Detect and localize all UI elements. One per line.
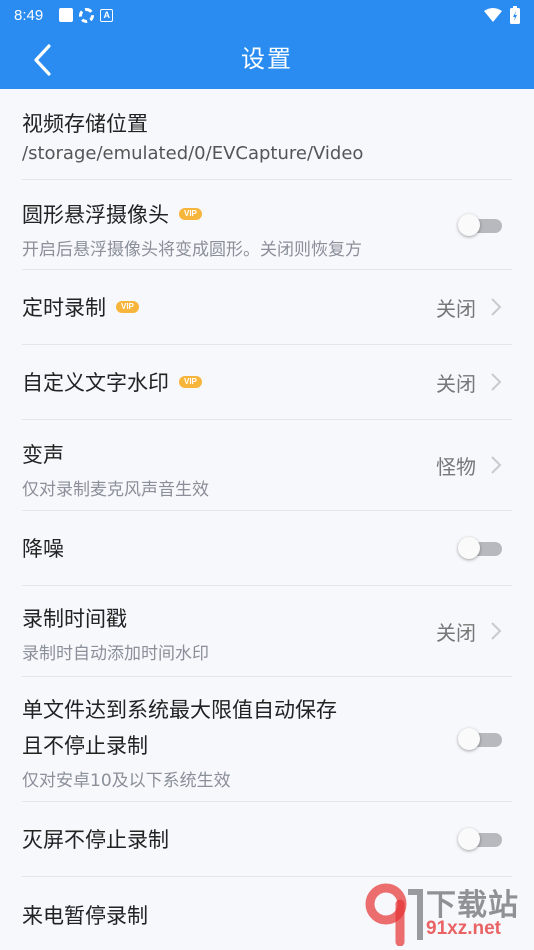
page-title: 设置: [241, 45, 293, 73]
noise-reduction-toggle[interactable]: [458, 537, 502, 559]
setting-storage-location[interactable]: 视频存储位置 /storage/emulated/0/EVCapture/Vid…: [22, 89, 512, 180]
setting-description: 开启后悬浮摄像头将变成圆形。关闭则恢复方: [22, 240, 362, 260]
setting-value: 关闭: [436, 296, 476, 321]
app-bar: 设置: [0, 30, 534, 89]
wifi-icon: [484, 8, 502, 22]
setting-title-line1: 单文件达到系统最大限值自动保存: [22, 698, 337, 722]
setting-voice-change[interactable]: 变声 仅对录制麦克风声音生效 怪物: [22, 420, 512, 511]
setting-custom-text-watermark[interactable]: 自定义文字水印 VIP 关闭: [22, 345, 512, 420]
setting-title-row: 自定义文字水印 VIP: [22, 367, 202, 397]
setting-noise-reduction: 降噪: [22, 511, 512, 586]
setting-round-floating-camera: 圆形悬浮摄像头 VIP 开启后悬浮摄像头将变成圆形。关闭则恢复方: [22, 180, 512, 270]
setting-title-row: 定时录制 VIP: [22, 292, 139, 322]
notification-square-icon: [59, 8, 74, 22]
chevron-right-icon: [491, 373, 502, 391]
vip-badge: VIP: [179, 376, 202, 388]
setting-value: 关闭: [436, 620, 476, 645]
chevron-right-icon: [491, 456, 502, 474]
auto-save-toggle[interactable]: [458, 728, 502, 750]
setting-value: 关闭: [436, 371, 476, 396]
watermark-logo-icon: [365, 883, 423, 946]
setting-screen-off-recording: 灭屏不停止录制: [22, 802, 512, 877]
notification-settings-icon: [79, 7, 95, 23]
vip-badge: VIP: [116, 301, 139, 313]
setting-recording-timestamp[interactable]: 录制时间戳 录制时自动添加时间水印 关闭: [22, 586, 512, 677]
setting-title: 定时录制: [22, 296, 106, 320]
floating-camera-toggle[interactable]: [458, 213, 502, 236]
vip-badge: VIP: [179, 208, 202, 220]
status-time: 8:49: [14, 6, 44, 24]
chevron-right-icon: [491, 298, 502, 316]
setting-title: 自定义文字水印: [22, 371, 169, 395]
setting-timed-recording[interactable]: 定时录制 VIP 关闭: [22, 270, 512, 345]
setting-title: 灭屏不停止录制: [22, 828, 169, 852]
setting-description: 仅对安卓10及以下系统生效: [22, 771, 231, 791]
screen-off-toggle[interactable]: [458, 828, 502, 850]
notification-a-icon: A: [100, 8, 114, 22]
battery-icon: [510, 6, 520, 24]
setting-auto-save-max-size: 单文件达到系统最大限值自动保存 且不停止录制 仅对安卓10及以下系统生效: [22, 677, 512, 802]
setting-title-row: 圆形悬浮摄像头 VIP: [22, 199, 512, 229]
status-bar: 8:49 A: [0, 0, 534, 30]
setting-title: 视频存储位置: [22, 112, 148, 136]
setting-title: 降噪: [22, 537, 64, 561]
setting-title: 来电暂停录制: [22, 903, 148, 928]
setting-title: 圆形悬浮摄像头: [22, 203, 169, 227]
storage-path: /storage/emulated/0/EVCapture/Video: [22, 143, 364, 164]
site-watermark: 下载站 91xz.net: [362, 880, 532, 948]
settings-list: 视频存储位置 /storage/emulated/0/EVCapture/Vid…: [0, 89, 534, 950]
setting-title-line2: 且不停止录制: [22, 734, 148, 758]
chevron-right-icon: [491, 622, 502, 640]
setting-value: 怪物: [436, 454, 476, 479]
watermark-url: 91xz.net: [426, 918, 501, 939]
